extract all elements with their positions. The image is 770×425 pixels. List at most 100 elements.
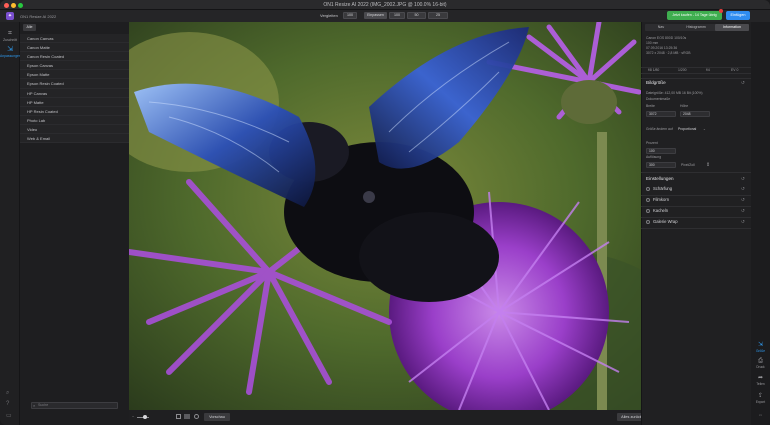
buy-now-button[interactable]: Jetzt kaufen - 14 Tage übrig (667, 11, 722, 20)
panel-collapse-icon[interactable]: ▭ (751, 413, 770, 417)
fit-button[interactable]: Einpassen (364, 12, 387, 19)
film-grain-toggle-icon[interactable] (646, 198, 650, 202)
reset-icon[interactable]: ↺ (741, 176, 745, 182)
reset-icon[interactable]: ↺ (741, 186, 745, 192)
width-field[interactable]: 3072 (646, 111, 676, 117)
panel-toggle-icon[interactable]: ▭ (6, 412, 12, 419)
link-icon[interactable]: ⇕ (706, 162, 710, 168)
reset-icon[interactable]: ↺ (741, 208, 745, 214)
search-tool-icon[interactable]: ⌕ (6, 390, 9, 397)
module-label: Teilen (756, 382, 765, 386)
resolution-label: Auflösung (646, 155, 662, 159)
rail-item-label: Anpassungen (0, 54, 21, 58)
divider (641, 78, 751, 79)
reset-icon[interactable]: ↺ (741, 219, 745, 225)
module-label: Größe (755, 349, 766, 353)
module-label: Export (755, 400, 766, 404)
tiling-toggle-icon[interactable] (646, 209, 650, 213)
preset-item[interactable]: Epson Canvas (20, 61, 129, 71)
module-export[interactable]: ⇪ Export (751, 393, 770, 404)
zoom-slider-handle[interactable] (143, 415, 147, 419)
tab-navigator[interactable]: Nav (645, 24, 677, 31)
adjustment-film-grain[interactable]: Filmkorn (653, 197, 669, 202)
zoom-100-button[interactable]: 100 (389, 12, 405, 19)
bee-on-thistle-photo (129, 22, 641, 410)
sharpen-toggle-icon[interactable] (646, 187, 650, 191)
zoom-50-button[interactable]: 50 (407, 12, 426, 19)
image-size-title: Bildgröße (646, 80, 666, 85)
preset-item[interactable]: HP Resin Coated (20, 107, 129, 116)
preset-tab-all[interactable]: Alle (23, 24, 36, 31)
info-lens: 100 mm (646, 41, 659, 45)
printer-icon: ⎙ (758, 358, 763, 364)
width-label: Breite (646, 104, 655, 108)
resolution-field[interactable]: 300 (646, 162, 676, 168)
single-view-icon[interactable] (176, 414, 181, 419)
info-camera: Canon EOS 800D 100/10s (646, 36, 687, 40)
help-icon[interactable]: ? (6, 401, 9, 407)
tab-histogram[interactable]: Histogramm (679, 24, 713, 31)
preset-item[interactable]: Photo Lab (20, 116, 129, 125)
percent-label: Prozent (646, 141, 658, 145)
adjustment-gallery-wrap[interactable]: Galerie Wrap (653, 219, 678, 224)
split-view-icon[interactable] (184, 414, 190, 419)
preset-search-input[interactable]: Suche (31, 402, 118, 409)
module-print[interactable]: ⎙ Druck (751, 358, 770, 369)
gallery-wrap-toggle-icon[interactable] (646, 220, 650, 224)
reset-icon[interactable]: ↺ (741, 80, 745, 86)
preset-item[interactable]: Canon Matte (20, 43, 129, 53)
crop-icon: ⌗ (8, 30, 12, 37)
preset-item[interactable]: Web & Email (20, 134, 129, 144)
percent-field[interactable]: 100 (646, 148, 676, 154)
height-field[interactable]: 2048 (680, 111, 710, 117)
exposure-shutter: 1/200 (678, 68, 687, 72)
resize-icon: ⇲ (7, 46, 13, 53)
reset-icon[interactable]: ↺ (741, 197, 745, 203)
app-window: ON1 Resize AI 2022 (IMG_2002.JPG @ 100.0… (0, 0, 770, 425)
preset-item[interactable]: Canon Canvas (20, 34, 129, 44)
module-resize[interactable]: ⇲ Größe (751, 342, 770, 353)
divider (641, 206, 751, 207)
preset-list: Canon Canvas Canon Matte Canon Resin Coa… (20, 34, 129, 144)
compare-field[interactable]: 100 (343, 12, 357, 19)
module-share[interactable]: ➦ Teilen (751, 375, 770, 386)
search-icon: ⌕ (33, 403, 36, 408)
compare-label: Vergleiten (320, 13, 338, 18)
preset-item[interactable]: Epson Resin Coated (20, 79, 129, 89)
fit-dropdown[interactable]: Proportional (678, 127, 696, 131)
rail-item-label: Zuschnitt (3, 38, 17, 42)
preset-item[interactable]: HP Matte (20, 98, 129, 107)
divider (641, 228, 751, 229)
preset-item[interactable]: Epson Matte (20, 70, 129, 80)
adjustment-sharpen[interactable]: Schärfung (653, 186, 672, 191)
module-label: Druck (756, 365, 765, 369)
adjustment-tiling[interactable]: Kacheln (653, 208, 668, 213)
exposure-aperture: f/8 1/80 (648, 68, 660, 72)
height-label: Höhe (680, 104, 689, 108)
app-logo-icon: ✦ (6, 12, 14, 20)
app-name: ON1 Resize AI 2022 (20, 14, 57, 19)
preset-item[interactable]: Canon Resin Coated (20, 52, 129, 62)
tab-information[interactable]: Information (715, 24, 749, 31)
divider (641, 195, 751, 196)
rail-item-resize[interactable]: ⇲ Anpassungen (0, 46, 21, 58)
preview-button[interactable]: Vorschau (204, 413, 230, 421)
window-title: ON1 Resize AI 2022 (IMG_2002.JPG @ 100.0… (323, 2, 447, 8)
rail-item-crop[interactable]: ⌗ Zuschnitt (0, 30, 20, 42)
zoom-25-button[interactable]: 25 (428, 12, 448, 19)
insert-button[interactable]: Einfügen (726, 11, 750, 20)
resolution-unit-dropdown[interactable]: Pixel/Zoll (681, 163, 695, 167)
info-date: 07.09.2016 13:25:36 (646, 46, 678, 50)
zoom-out-icon[interactable]: − (132, 414, 134, 419)
document-size-label: Dokumentmaße (646, 97, 671, 101)
exposure-ev: EV 0 (731, 68, 739, 72)
preset-item[interactable]: HP Canvas (20, 89, 129, 98)
loupe-icon[interactable] (194, 414, 199, 419)
file-size-summary: Dateigröße: 412,00 MB 16 Bit (100%) (646, 91, 703, 95)
share-icon: ➦ (757, 375, 764, 381)
preset-item[interactable]: Video (20, 125, 129, 135)
divider (641, 172, 751, 173)
image-canvas[interactable] (129, 22, 641, 410)
chevron-down-icon[interactable]: ⌄ (703, 127, 706, 131)
resize-module-icon: ⇲ (757, 342, 764, 348)
